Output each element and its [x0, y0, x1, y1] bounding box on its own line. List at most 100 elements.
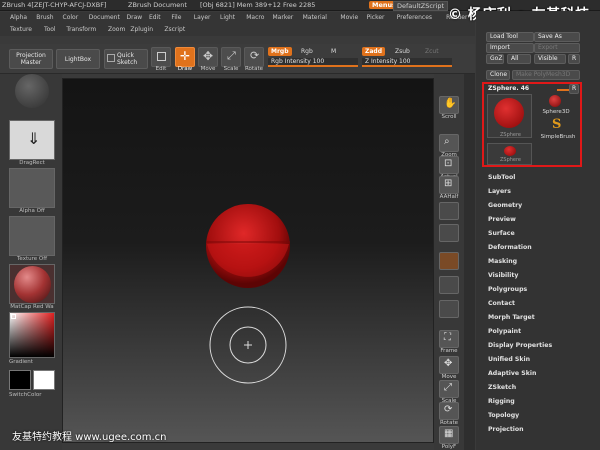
subpalette-polypaint[interactable]: Polypaint — [488, 328, 521, 335]
quick-sketch-button[interactable]: Quick Sketch — [104, 49, 148, 69]
menu-item-color[interactable]: Color — [63, 14, 79, 21]
menu-item-zplugin[interactable]: Zplugin — [130, 26, 153, 33]
tool-item-zsphere-large[interactable]: ZSphere — [487, 94, 532, 138]
zadd-toggle[interactable]: Zadd — [362, 47, 385, 56]
palette-scroll-strip[interactable] — [464, 74, 475, 450]
alpha-button[interactable] — [9, 168, 55, 208]
rotate-icon: ⟳ — [444, 404, 453, 415]
mrgb-toggle[interactable]: Mrgb — [268, 47, 292, 56]
subpalette-visibility[interactable]: Visibility — [488, 272, 518, 279]
subpalette-display-properties[interactable]: Display Properties — [488, 342, 552, 349]
m-toggle[interactable]: M — [328, 47, 339, 56]
all-button[interactable]: All — [507, 54, 531, 64]
actual-view-button[interactable]: ⊡ — [439, 156, 459, 174]
frame-view-button[interactable]: ⛶ — [439, 330, 459, 348]
menu-item-file[interactable]: File — [171, 14, 181, 21]
scale-view-button[interactable]: ⤢ — [439, 380, 459, 398]
rgb-intensity-slider[interactable]: Rgb Intensity 100 — [268, 58, 358, 67]
default-zscript-button[interactable]: DefaultZScript — [393, 1, 449, 11]
draw-button[interactable]: ✛ — [175, 47, 195, 67]
z-intensity-slider[interactable]: Z Intensity 100 — [362, 58, 452, 67]
material-button[interactable] — [9, 264, 55, 304]
load-tool-button[interactable]: Load Tool — [486, 32, 534, 42]
subpalette-adaptive-skin[interactable]: Adaptive Skin — [488, 370, 536, 377]
subpalette-unified-skin[interactable]: Unified Skin — [488, 356, 530, 363]
subpalette-contact[interactable]: Contact — [488, 300, 515, 307]
document-canvas[interactable] — [62, 78, 434, 443]
subpalette-subtool[interactable]: SubTool — [488, 174, 515, 181]
zsub-toggle[interactable]: Zsub — [392, 47, 413, 56]
scroll-view-button[interactable]: ✋ — [439, 96, 459, 114]
r-button[interactable]: R — [568, 54, 580, 64]
make-polymesh-button[interactable]: Make PolyMesh3D — [512, 70, 580, 80]
menu-item-document[interactable]: Document — [89, 14, 120, 21]
menu-item-layer[interactable]: Layer — [194, 14, 211, 21]
subpalette-polygroups[interactable]: Polygroups — [488, 286, 527, 293]
inactive-shelf-button[interactable] — [439, 300, 459, 318]
edit-button[interactable] — [151, 47, 171, 67]
menu-item-material[interactable]: Material — [303, 14, 327, 21]
menu-item-light[interactable]: Light — [220, 14, 235, 21]
subpalette-layers[interactable]: Layers — [488, 188, 511, 195]
save-as-button[interactable]: Save As — [534, 32, 580, 42]
rgb-toggle[interactable]: Rgb — [298, 47, 316, 56]
main-color-swatch[interactable] — [9, 370, 31, 390]
menu-item-preferences[interactable]: Preferences — [397, 14, 432, 21]
rotate-button[interactable]: ⟳ — [244, 47, 264, 67]
visible-button[interactable]: Visible — [534, 54, 566, 64]
polyf-view-button[interactable]: ▦ — [439, 426, 459, 444]
zoom-view-button[interactable]: ⌕ — [439, 134, 459, 152]
menu-item-zscript[interactable]: Zscript — [164, 26, 185, 33]
menu-item-movie[interactable]: Movie — [340, 14, 358, 21]
scale-button[interactable]: ⤢ — [221, 47, 241, 67]
menu-item-marker[interactable]: Marker — [273, 14, 294, 21]
export-button[interactable]: Export — [534, 43, 580, 53]
menu-item-macro[interactable]: Macro — [246, 14, 264, 21]
subpalette-geometry[interactable]: Geometry — [488, 202, 522, 209]
clone-button[interactable]: Clone — [486, 70, 510, 80]
move-button[interactable]: ✥ — [198, 47, 218, 67]
subpalette-deformation[interactable]: Deformation — [488, 244, 532, 251]
menu-item-tool[interactable]: Tool — [44, 26, 56, 33]
import-button[interactable]: Import — [486, 43, 534, 53]
tool-r-button[interactable]: R — [569, 84, 579, 94]
inactive-shelf-button[interactable] — [439, 276, 459, 294]
move-view-button[interactable]: ✥ — [439, 356, 459, 374]
tool-item-sphere3d[interactable]: Sphere3D — [538, 94, 574, 118]
subpalette-morph-target[interactable]: Morph Target — [488, 314, 535, 321]
inactive-shelf-button[interactable] — [439, 252, 459, 270]
lightbox-button[interactable]: LightBox — [56, 49, 100, 69]
zcut-toggle[interactable]: Zcut — [422, 47, 442, 56]
subpalette-zsketch[interactable]: ZSketch — [488, 384, 516, 391]
menu-item-brush[interactable]: Brush — [36, 14, 53, 21]
menu-item-edit[interactable]: Edit — [149, 14, 161, 21]
menu-item-alpha[interactable]: Alpha — [10, 14, 27, 21]
texture-button[interactable] — [9, 216, 55, 256]
inactive-shelf-button[interactable] — [439, 202, 459, 220]
stroke-dragrect-button[interactable]: ⇓ — [9, 120, 55, 160]
rotate-view-button[interactable]: ⟳ — [439, 402, 459, 420]
brush-preview-button[interactable] — [15, 74, 49, 108]
menu-item-transform[interactable]: Transform — [66, 26, 96, 33]
subpalette-projection[interactable]: Projection — [488, 426, 524, 433]
projection-master-button[interactable]: Projection Master — [9, 49, 53, 69]
secondary-color-swatch[interactable] — [33, 370, 55, 390]
menu-item-texture[interactable]: Texture — [10, 26, 32, 33]
subpalette-preview[interactable]: Preview — [488, 216, 516, 223]
aahalf-view-button[interactable]: ⊞ — [439, 176, 459, 194]
subpalette-masking[interactable]: Masking — [488, 258, 517, 265]
subpalette-surface[interactable]: Surface — [488, 230, 515, 237]
goz-button[interactable]: GoZ — [486, 54, 504, 64]
tool-slider[interactable] — [557, 89, 569, 91]
tool-item-zsphere-small[interactable]: ZSphere — [487, 143, 532, 165]
subpalette-rigging[interactable]: Rigging — [488, 398, 515, 405]
subpalette-topology[interactable]: Topology — [488, 412, 519, 419]
inactive-shelf-button[interactable] — [439, 224, 459, 242]
menu-item-zoom[interactable]: Zoom — [108, 26, 125, 33]
tool-item-simplebrush[interactable]: S SimpleBrush — [538, 117, 578, 141]
switchcolor-button[interactable]: SwitchColor — [9, 392, 55, 398]
color-picker[interactable] — [9, 312, 55, 358]
menu-item-picker[interactable]: Picker — [367, 14, 385, 21]
menu-item-draw[interactable]: Draw — [127, 14, 143, 21]
zsphere-model[interactable] — [206, 204, 290, 288]
